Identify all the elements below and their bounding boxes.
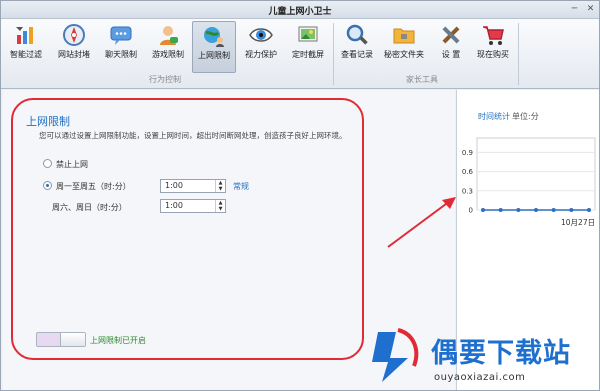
normal-link[interactable]: 常规	[233, 181, 249, 192]
annotation-arrow	[387, 197, 456, 248]
toolbar: 智能过滤 网站封堵 聊天限制 游戏限制 上网限制 视力保护 定时截屏 查看记录 …	[1, 19, 599, 89]
option-label: 周一至周五（时:分）	[56, 182, 131, 191]
tool-internet-limit[interactable]: 上网限制	[192, 21, 236, 73]
tool-label: 现在购买	[477, 50, 509, 59]
close-button[interactable]: ✕	[583, 3, 598, 16]
stats-title: 时间统计	[478, 112, 510, 121]
title-bar[interactable]: 儿童上网小卫士 ─ ✕	[1, 1, 599, 19]
data-point	[551, 208, 556, 212]
tool-eye-protect[interactable]: 视力保护	[239, 21, 283, 73]
page-title: 上网限制	[26, 115, 70, 128]
option-label: 禁止上网	[56, 160, 88, 169]
window-title: 儿童上网小卫士	[268, 7, 332, 17]
tool-label: 视力保护	[245, 50, 277, 59]
option-weekday[interactable]: 周一至周五（时:分）	[43, 181, 131, 192]
tool-label: 上网限制	[198, 51, 230, 60]
tool-smart-filter[interactable]: 智能过滤	[4, 21, 48, 73]
tool-label: 聊天限制	[105, 50, 137, 59]
page-description: 您可以通过设置上网限制功能，设置上网时间，超出时间断网处理，创造孩子良好上网环境…	[39, 131, 347, 140]
spin-arrows[interactable]: ▲ ▼	[215, 200, 225, 212]
weekday-time-input[interactable]: 1:00 ▲ ▼	[160, 179, 226, 193]
tool-label: 定时截屏	[292, 50, 324, 59]
data-point	[498, 208, 503, 212]
chart-frame	[476, 137, 596, 211]
watermark-title: 偶要下载站	[431, 338, 571, 369]
weekend-time-input[interactable]: 1:00 ▲ ▼	[160, 199, 226, 213]
compass-icon	[63, 24, 85, 46]
tools-icon	[442, 26, 460, 44]
magnifier-icon	[346, 24, 368, 45]
tool-settings[interactable]: 设 置	[429, 21, 473, 73]
stats-unit: 单位:分	[512, 112, 539, 121]
eye-icon	[249, 28, 273, 42]
minimize-button[interactable]: ─	[567, 3, 582, 16]
folder-icon	[393, 28, 415, 44]
tool-buy-now[interactable]: 现在购买	[471, 21, 515, 73]
tool-secret-folder[interactable]: 秘密文件夹	[380, 21, 428, 73]
tool-label: 设 置	[441, 50, 461, 59]
tool-label: 网站封堵	[58, 50, 90, 59]
y-tick-label: 0.9	[462, 149, 473, 157]
data-point	[569, 208, 574, 212]
tool-game-limit[interactable]: 游戏限制	[146, 21, 190, 73]
screenshot-icon	[298, 26, 318, 42]
toggle-knob[interactable]	[60, 333, 85, 346]
group-separator	[518, 23, 519, 85]
tool-label: 游戏限制	[152, 50, 184, 59]
game-user-icon	[160, 26, 178, 45]
option-label: 周六、周日（时:分）	[52, 203, 127, 212]
group-separator	[333, 23, 334, 85]
y-tick-label: 0.6	[462, 168, 474, 176]
globe-user-icon	[204, 27, 224, 47]
data-point	[481, 208, 485, 212]
tool-timed-screenshot[interactable]: 定时截屏	[286, 21, 330, 73]
tool-site-block[interactable]: 网站封堵	[52, 21, 96, 73]
tool-view-records[interactable]: 查看记录	[335, 21, 379, 73]
weekday-time-value: 1:00	[165, 181, 183, 190]
group-label-parent-tools: 家长工具	[406, 75, 438, 84]
tool-label: 智能过滤	[10, 50, 42, 59]
watermark-logo	[372, 328, 419, 382]
spin-arrows[interactable]: ▲ ▼	[215, 180, 225, 192]
radio-button-selected[interactable]	[43, 181, 52, 190]
radio-button[interactable]	[43, 159, 52, 168]
tool-chat-limit[interactable]: 聊天限制	[99, 21, 143, 73]
usage-chart: 0.90.60.30	[462, 137, 596, 215]
cart-icon	[483, 26, 504, 45]
chart-x-label: 10月27日	[561, 218, 596, 227]
data-point	[587, 208, 591, 212]
option-block-internet[interactable]: 禁止上网	[43, 159, 88, 170]
weekend-time-value: 1:00	[165, 201, 183, 210]
app-window: 儿童上网小卫士 ─ ✕ 智能过滤 网站封堵 聊天限制 游戏限制 上网限制 视力保…	[0, 0, 600, 391]
y-tick-label: 0	[469, 207, 473, 215]
tool-label: 查看记录	[341, 50, 373, 59]
group-label-behavior: 行为控制	[149, 75, 181, 84]
filter-chart-icon	[16, 27, 33, 44]
limit-toggle[interactable]	[36, 332, 86, 347]
option-weekend: 周六、周日（时:分）	[52, 202, 127, 213]
tool-label: 秘密文件夹	[384, 50, 424, 59]
data-point	[516, 208, 521, 212]
watermark-url: ouyaoxiazai.com	[434, 372, 526, 383]
chat-icon	[110, 26, 132, 45]
toggle-status-label: 上网限制已开启	[90, 336, 146, 345]
data-point	[534, 208, 538, 212]
